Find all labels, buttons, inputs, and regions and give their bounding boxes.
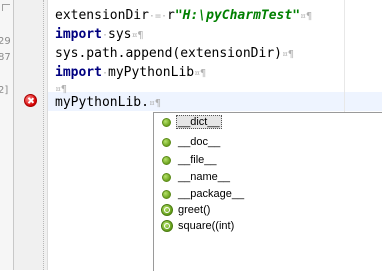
line-end-marker: ¤¶	[131, 30, 144, 41]
code-completion-popup[interactable]: __dict__ __doc__ __file__ __name__ __pac…	[153, 112, 382, 271]
completion-item-label: __package__	[178, 188, 245, 200]
completion-item-label: square((int)	[178, 220, 235, 232]
code-token: myPythonLib	[108, 65, 195, 80]
line-end-marker: ¤¶	[148, 98, 161, 109]
completion-item-label: greet()	[178, 204, 211, 216]
completion-item-label: __file__	[178, 154, 217, 166]
completion-item[interactable]: __doc__	[154, 133, 382, 153]
field-icon	[162, 156, 171, 165]
code-line[interactable]: import·myPythonLib¤¶	[55, 63, 206, 83]
line-end-marker: ¤¶	[281, 49, 295, 60]
line-end-marker: ¤¶	[194, 68, 207, 79]
function-icon	[161, 204, 173, 216]
code-token: sys	[108, 27, 132, 42]
code-token: myPythonLib.	[55, 95, 149, 110]
whitespace-marker: ·=·	[148, 11, 167, 22]
left-editor-edge: 29 87 2]	[0, 0, 14, 270]
code-line[interactable]: sys.path.append(extensionDir)¤¶	[55, 44, 294, 64]
completion-item[interactable]: square((int)	[154, 217, 382, 237]
code-line[interactable]: import·sys¤¶	[55, 25, 144, 45]
keyword: import	[55, 27, 102, 42]
code-token: sys.path.append(extensionDir)	[55, 46, 282, 61]
line-end-marker: ¤¶	[300, 11, 313, 22]
code-line[interactable]: extensionDir·=·r"H:\pyCharmTest"¤¶	[55, 6, 312, 26]
code-line-current[interactable]: myPythonLib.¤¶	[55, 93, 161, 113]
edge-number: 2]	[0, 85, 9, 96]
keyword: import	[55, 65, 102, 80]
completion-item-label: __name__	[178, 171, 230, 183]
code-token: r	[166, 8, 175, 23]
fold-guide	[43, 0, 44, 270]
field-icon	[162, 190, 171, 199]
completion-item-label: __doc__	[178, 136, 221, 148]
fold-corner-icon	[2, 4, 10, 11]
edge-number: 87	[0, 52, 11, 63]
field-icon	[162, 138, 171, 147]
completion-item[interactable]: __dict__	[154, 113, 382, 133]
field-icon	[162, 118, 171, 127]
completion-item-label: __dict__	[176, 115, 222, 129]
code-token: extensionDir	[55, 8, 149, 23]
edge-number: 29	[0, 36, 11, 47]
error-icon[interactable]	[24, 94, 37, 107]
field-icon	[162, 173, 171, 182]
string-literal: "H:\pyCharmTest"	[174, 8, 301, 23]
function-icon	[161, 220, 173, 232]
